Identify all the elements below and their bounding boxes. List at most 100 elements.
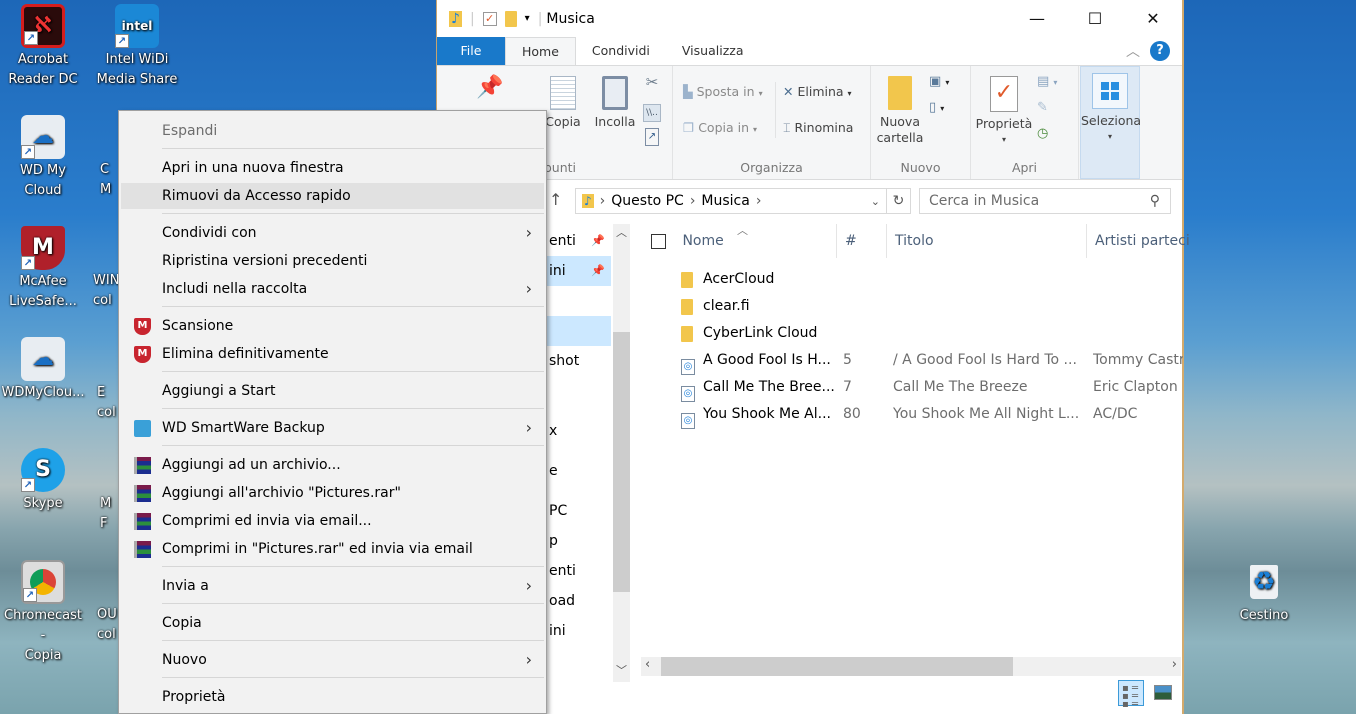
up-button[interactable]: ↑: [549, 190, 562, 209]
desktop-icon-label: McAfee: [19, 274, 67, 289]
file-artist: AC/DC: [1093, 406, 1138, 422]
file-row[interactable]: ◎ A Good Fool Is H... 5 / A Good Fool Is…: [637, 347, 1183, 375]
file-title: Call Me The Breeze: [893, 379, 1028, 395]
move-to-button[interactable]: ▙ Sposta in ▾: [683, 84, 763, 102]
delete-button[interactable]: ✕ Elimina ▾: [783, 84, 852, 102]
desktop-icon-mcafee[interactable]: M ↗ McAfee LiveSafe...: [1, 226, 85, 312]
window-title: Musica: [546, 10, 595, 27]
ribbon-group-label: Organizza: [740, 160, 803, 175]
menu-item-nuovo[interactable]: Nuovo ›: [121, 647, 544, 673]
breadcrumb-musica[interactable]: Musica: [701, 193, 749, 209]
scroll-up-button[interactable]: ︿: [613, 224, 630, 244]
scroll-thumb[interactable]: [613, 332, 630, 592]
menu-separator: [162, 213, 544, 214]
menu-item-includi-raccolta[interactable]: Includi nella raccolta ›: [121, 276, 544, 302]
scroll-right-button[interactable]: ›: [1172, 657, 1177, 672]
details-view-button[interactable]: ▪ ═ ▪ ═ ▪ ═: [1118, 680, 1144, 710]
paste-button[interactable]: Incolla: [593, 76, 637, 130]
desktop-icon-intel-widi[interactable]: intel ↗ Intel WiDi Media Share: [95, 4, 179, 90]
menu-item-condividi-con[interactable]: Condividi con ›: [121, 220, 544, 246]
column-header-artists[interactable]: Artisti parteci: [1087, 224, 1190, 258]
scroll-left-button[interactable]: ‹: [645, 657, 650, 672]
paste-shortcut-icon[interactable]: ↗: [645, 128, 659, 146]
menu-item-apri-nuova-finestra[interactable]: Apri in una nuova finestra: [121, 155, 544, 181]
scroll-thumb[interactable]: [661, 657, 1013, 676]
desktop-icon-acrobat[interactable]: ℵ ↗ Acrobat Reader DC: [1, 4, 85, 90]
status-bar: ▪ ═ ▪ ═ ▪ ═: [437, 680, 1182, 714]
copy-to-button[interactable]: ❐ Copia in ▾: [683, 120, 757, 138]
minimize-button[interactable]: —: [1008, 0, 1066, 36]
column-header-name[interactable]: Nome ︿: [637, 224, 837, 258]
menu-item-aggiungi-archivio[interactable]: Aggiungi ad un archivio...: [121, 452, 544, 478]
desktop-icon-label: Chromecast -: [4, 608, 82, 643]
desktop-icon-chromecast[interactable]: ↗ Chromecast - Copia: [1, 560, 85, 666]
file-title: You Shook Me All Night L...: [893, 406, 1080, 422]
tab-home[interactable]: Home: [505, 37, 576, 65]
rename-button[interactable]: ⌶ Rinomina: [783, 120, 853, 136]
file-row[interactable]: clear.fi: [637, 293, 1182, 320]
select-all-checkbox[interactable]: [651, 233, 666, 249]
copy-path-icon[interactable]: \\..: [643, 104, 661, 122]
desktop-icon-wd-cloud[interactable]: ☁ WDMyClou...: [1, 337, 85, 403]
column-header-number[interactable]: #: [837, 224, 887, 258]
new-folder-button[interactable]: Nuova cartella: [875, 76, 925, 146]
menu-item-scansione[interactable]: M Scansione: [121, 313, 544, 339]
tab-file[interactable]: File: [437, 37, 505, 65]
history-button[interactable]: ◷: [1037, 126, 1048, 142]
open-button[interactable]: ▤ ▾: [1037, 74, 1057, 91]
desktop-icon-label: LiveSafe...: [9, 294, 77, 309]
nav-pane-scrollbar[interactable]: ︿ ﹀: [613, 224, 630, 682]
music-folder-icon: ♪: [449, 10, 462, 27]
edit-button[interactable]: ✎: [1037, 100, 1048, 116]
ribbon-group-label: Nuovo: [900, 160, 941, 175]
address-dropdown-icon[interactable]: ⌄: [871, 195, 880, 208]
menu-item-ripristina-versioni[interactable]: Ripristina versioni precedenti: [121, 248, 544, 274]
refresh-button[interactable]: ↻: [886, 189, 910, 213]
menu-item-aggiungi-pictures-rar[interactable]: Aggiungi all'archivio "Pictures.rar": [121, 480, 544, 506]
maximize-button[interactable]: ☐: [1066, 0, 1124, 36]
scroll-down-button[interactable]: ﹀: [613, 662, 630, 682]
large-icons-view-button[interactable]: [1154, 685, 1172, 700]
easy-access-button[interactable]: ▯ ▾: [929, 100, 944, 117]
select-button[interactable]: Seleziona ▾: [1081, 73, 1141, 145]
menu-item-wd-smartware-backup[interactable]: WD SmartWare Backup ›: [121, 415, 544, 441]
file-row[interactable]: CyberLink Cloud: [637, 320, 1182, 347]
help-icon[interactable]: ?: [1150, 41, 1170, 61]
menu-item-espandi[interactable]: Espandi: [121, 118, 544, 144]
file-list-horizontal-scrollbar[interactable]: ‹ ›: [641, 657, 1181, 676]
menu-item-elimina-definitivamente[interactable]: M Elimina definitivamente: [121, 341, 544, 367]
file-row[interactable]: ◎ You Shook Me Al... 80 You Shook Me All…: [637, 401, 1182, 429]
file-row[interactable]: ◎ Call Me The Bree... 7 Call Me The Bree…: [637, 374, 1182, 402]
properties-qat-icon[interactable]: ✓: [482, 11, 497, 26]
new-folder-qat-icon[interactable]: [504, 10, 517, 27]
menu-item-aggiungi-start[interactable]: Aggiungi a Start: [121, 378, 544, 404]
menu-item-comprimi-invia-email[interactable]: Comprimi ed invia via email...: [121, 508, 544, 534]
new-item-button[interactable]: ▣ ▾: [929, 74, 949, 91]
menu-item-comprimi-pictures-email[interactable]: Comprimi in "Pictures.rar" ed invia via …: [121, 536, 544, 562]
desktop-icon-wd-my-cloud[interactable]: ☁ ↗ WD My Cloud: [1, 115, 85, 201]
tab-visualizza[interactable]: Visualizza: [666, 37, 760, 65]
column-header-title[interactable]: Titolo: [887, 224, 1087, 258]
menu-item-rimuovi-accesso-rapido[interactable]: Rimuovi da Accesso rapido: [121, 183, 544, 209]
desktop-icon-skype[interactable]: S ↗ Skype: [1, 448, 85, 514]
desktop-icon-recycle-bin[interactable]: ♻ Cestino: [1222, 560, 1306, 626]
menu-item-proprieta[interactable]: Proprietà: [121, 684, 544, 710]
search-icon[interactable]: ⚲: [1150, 193, 1160, 209]
customize-qat-icon[interactable]: ▾: [525, 13, 530, 24]
menu-item-copia[interactable]: Copia: [121, 610, 544, 636]
collapse-ribbon-icon[interactable]: ︿: [1126, 41, 1140, 61]
search-input[interactable]: Cerca in Musica ⚲: [919, 188, 1171, 214]
ribbon-group-label: Apri: [1011, 160, 1038, 175]
address-bar[interactable]: ♪ › Questo PC › Musica › ⌄ ↻: [575, 188, 911, 214]
breadcrumb-questo-pc[interactable]: Questo PC: [611, 193, 684, 209]
properties-button[interactable]: ✓ Proprietà ▾: [975, 76, 1033, 148]
copy-button[interactable]: Copia: [541, 76, 585, 130]
submenu-arrow-icon: ›: [525, 279, 532, 298]
tab-condividi[interactable]: Condividi: [576, 37, 666, 65]
shortcut-arrow-icon: ↗: [21, 145, 35, 159]
cut-icon[interactable]: ✂: [643, 74, 661, 90]
file-row[interactable]: AcerCloud: [637, 266, 1182, 293]
close-button[interactable]: ✕: [1124, 0, 1182, 36]
pin-quick-access-button[interactable]: 📌: [475, 77, 505, 99]
menu-item-invia-a[interactable]: Invia a ›: [121, 573, 544, 599]
